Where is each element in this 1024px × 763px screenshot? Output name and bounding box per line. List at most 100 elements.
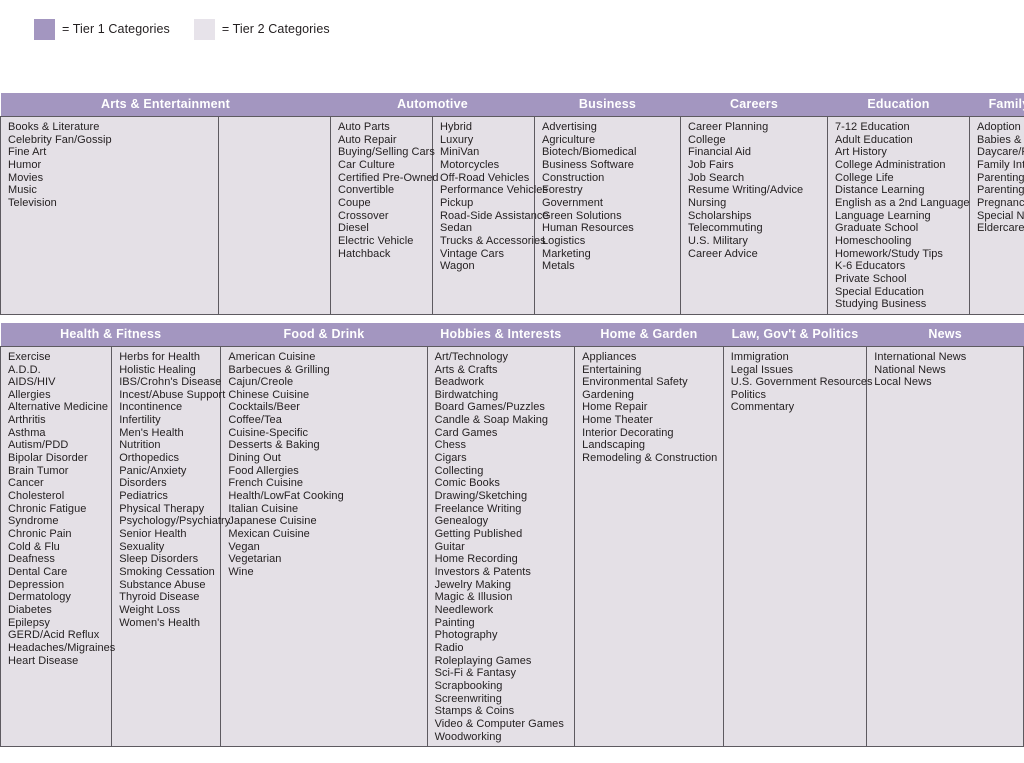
list-item: Biotech/Biomedical <box>542 146 637 159</box>
legend-swatch-tier1-icon <box>34 18 55 40</box>
cell-family-parenting: AdoptionBabies & ToddlersDaycare/Pre Sch… <box>969 116 1024 315</box>
list-item: Incest/Abuse Support <box>119 388 226 401</box>
column-header-food-drink: Food & Drink <box>220 322 428 347</box>
list-item: Mexican Cuisine <box>228 528 310 541</box>
list-item: Interior Decorating <box>582 426 674 439</box>
list-item: Freelance Writing <box>434 502 522 515</box>
list-item: Vintage Cars <box>440 247 504 260</box>
column-header-automotive: Automotive <box>330 93 535 117</box>
list-item: Parenting - K-6 Kids <box>977 171 1024 184</box>
list-news: International News National News Local New… <box>874 351 1023 389</box>
column-header-news: News <box>866 322 1024 347</box>
list-item: Pickup <box>440 196 474 209</box>
list-item: Coupe <box>338 196 371 209</box>
list-item: Board Games/Puzzles <box>434 401 545 414</box>
list-item: Distance Learning <box>835 184 925 197</box>
list-item: Beadwork <box>434 376 484 389</box>
cell-arts-entertainment-b <box>218 116 331 315</box>
list-item: Card Games <box>434 426 498 439</box>
list-item: Sci-Fi & Fantasy <box>434 667 517 680</box>
list-item: Vegetarian <box>228 553 282 566</box>
column-header-careers: Careers <box>680 93 828 117</box>
list-item: U.S. Military <box>688 234 748 247</box>
legend-label-tier2: = Tier 2 Categories <box>221 22 330 36</box>
list-item: Babies & Toddlers <box>977 133 1024 146</box>
list-item: Metals <box>542 260 575 273</box>
list-item: IBS/Crohn's Disease <box>119 376 222 389</box>
list-item: Men's Health <box>119 426 184 439</box>
list-business: Advertising Agriculture Biotech/Biomedical… <box>542 121 680 273</box>
list-item: Autism/PDD <box>8 439 69 452</box>
list-item: Investors & Patents <box>434 566 531 578</box>
category-table-2: Health & Fitness Food & Drink Hobbies & … <box>0 322 1024 748</box>
column-header-home-garden: Home & Garden <box>574 322 724 347</box>
list-item: Immigration <box>730 350 789 363</box>
cell-automotive-b: Hybrid Luxury MiniVan Motorcycles Off-Road V… <box>432 116 549 315</box>
list-item: Crossover <box>338 209 389 222</box>
list-item: Chronic Pain <box>8 528 72 541</box>
list-item: Auto Repair <box>338 133 397 146</box>
cell-education: 7-12 Education Adult Education Art History… <box>827 116 970 315</box>
list-item: Dermatology <box>8 591 71 604</box>
list-item: Psychology/Psychiatry <box>119 515 231 528</box>
legend-swatch-tier2-icon <box>193 18 215 40</box>
list-item: Panic/Anxiety Disorders <box>119 464 187 490</box>
list-item: Collecting <box>434 464 484 477</box>
list-item: Woodworking <box>434 730 502 743</box>
list-item: Desserts & Baking <box>228 439 320 452</box>
list-item: Infertility <box>119 414 161 427</box>
list-item: Substance Abuse <box>119 578 206 591</box>
list-item: Jewelry Making <box>434 578 512 591</box>
list-item: Commentary <box>730 401 795 414</box>
list-item: Telecommuting <box>688 222 763 235</box>
list-health-fitness-a: Exercise A.D.D. AIDS/HIV Allergies Alternati… <box>8 351 115 667</box>
list-item: Screenwriting <box>434 692 502 705</box>
list-item: Home Repair <box>582 401 648 414</box>
list-item: Sexuality <box>119 540 165 553</box>
list-automotive-a: Auto Parts Auto Repair Buying/Selling Cars… <box>338 121 439 260</box>
list-item: English as a 2nd Language <box>835 196 970 209</box>
list-automotive-b: Hybrid Luxury MiniVan Motorcycles Off-Road V… <box>440 121 549 273</box>
list-item: Cold & Flu <box>8 540 60 553</box>
list-item: Television <box>8 196 57 209</box>
list-item: Food Allergies <box>228 464 299 477</box>
list-item: Off-Road Vehicles <box>440 171 530 184</box>
list-item: Bipolar Disorder <box>8 452 88 465</box>
list-item: Guitar <box>434 540 465 553</box>
list-health-fitness-b: Herbs for Health Holistic Healing IBS/Croh… <box>119 351 231 629</box>
list-item: Magic & Illusion <box>434 591 513 604</box>
list-item: Photography <box>434 629 498 642</box>
list-item: Music <box>8 184 37 197</box>
list-education: 7-12 Education Adult Education Art History… <box>835 121 970 311</box>
list-item: Green Solutions <box>542 209 622 222</box>
cell-news: International News National News Local New… <box>866 345 1024 748</box>
cell-automotive-a: Auto Parts Auto Repair Buying/Selling Cars… <box>330 116 439 315</box>
list-item: GERD/Acid Reflux <box>8 629 100 642</box>
list-item: College <box>688 133 726 146</box>
list-item: Eldercare <box>977 222 1024 235</box>
list-item: Cholesterol <box>8 490 65 503</box>
list-item: Resume Writing/Advice <box>688 184 804 197</box>
list-hobbies-interests: Art/Technology Arts & Crafts Beadwork Birdw… <box>435 351 575 743</box>
list-item: Local News <box>874 376 932 389</box>
list-item: Getting Published <box>434 528 523 541</box>
list-item: Advertising <box>542 121 597 133</box>
list-item: MiniVan <box>440 146 480 159</box>
list-item: Movies <box>8 171 44 184</box>
list-item: Barbecues & Grilling <box>228 363 330 376</box>
list-item: Italian Cuisine <box>228 502 299 515</box>
list-item: Coffee/Tea <box>228 414 282 427</box>
list-item: Pregnancy <box>977 196 1024 209</box>
list-item: Studying Business <box>835 298 927 311</box>
table-1-body-row: Books & Literature Celebrity Fan/Gossip Fi… <box>0 116 1024 315</box>
list-item: Road-Side Assistance <box>440 209 549 222</box>
list-item: Landscaping <box>582 439 646 452</box>
category-table-1: Arts & Entertainment Automotive Business… <box>0 93 1024 315</box>
list-item: Home Recording <box>434 553 518 566</box>
list-item: College Administration <box>835 158 946 171</box>
list-item: Cuisine-Specific <box>228 426 309 439</box>
list-item: Epilepsy <box>8 616 50 629</box>
list-law-gov-politics: Immigration Legal Issues U.S. Government R… <box>730 350 873 414</box>
list-item: Adult Education <box>835 133 913 146</box>
list-item: Radio <box>434 641 464 654</box>
